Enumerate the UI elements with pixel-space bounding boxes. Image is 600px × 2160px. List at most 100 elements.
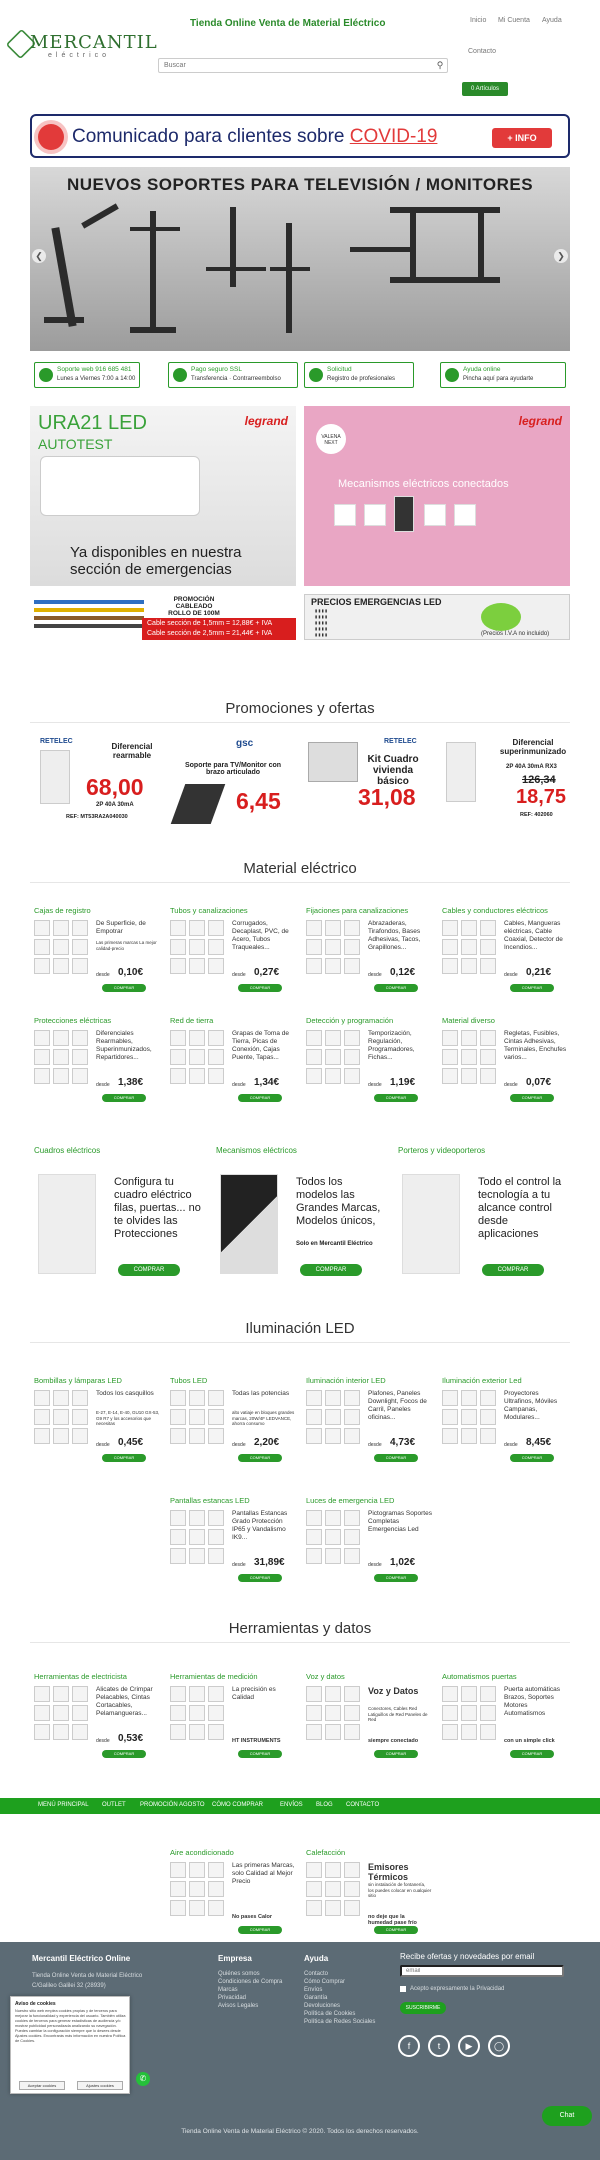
nav-ayuda[interactable]: Ayuda — [542, 17, 562, 24]
logo[interactable]: MERCANTIL eléctrico — [5, 28, 157, 66]
category-card[interactable]: Cajas de registro De Superficie, de Empot… — [32, 906, 158, 1006]
buy-button[interactable]: COMPRAR — [374, 1926, 418, 1934]
twitter-icon[interactable]: t — [428, 2035, 450, 2057]
card-mecanismos[interactable]: Mecanismos eléctricos Todos los modelos … — [214, 1146, 384, 1286]
buy-button[interactable]: COMPRAR — [374, 1094, 418, 1102]
whatsapp-float-icon[interactable]: ✆ — [136, 2072, 150, 2086]
extras-card[interactable]: Aire acondicionado Las primeras Marcas, s… — [168, 1848, 295, 1948]
menu-outlet[interactable]: OUTLET — [102, 1802, 126, 1808]
slider-prev-icon[interactable]: ❮ — [32, 249, 46, 263]
footer-ayuda-link[interactable]: Política de Redes Sociales — [304, 2018, 375, 2026]
footer-empresa-link[interactable]: Avisos Legales — [218, 2002, 258, 2010]
card-cuadros[interactable]: Cuadros eléctricos Configura tu cuadro e… — [32, 1146, 202, 1286]
buy-button[interactable]: COMPRAR — [238, 1574, 282, 1582]
instagram-icon[interactable]: ◯ — [488, 2035, 510, 2057]
category-card[interactable]: Protecciones eléctricas Diferenciales Rea… — [32, 1016, 158, 1116]
feature-payment[interactable]: Pago seguro SSL Transferencia · Contrarr… — [168, 362, 298, 388]
footer-ayuda-link[interactable]: Cómo Comprar — [304, 1978, 345, 1986]
tools-card[interactable]: Herramientas de electricista Alicates de … — [32, 1672, 158, 1772]
menu-principal[interactable]: MENÚ PRINCIPAL — [38, 1802, 89, 1808]
footer-ayuda-link[interactable]: Envíos — [304, 1986, 322, 1994]
lighting-card[interactable]: Tubos LED Todas las potencias alto vatiaje… — [168, 1376, 294, 1476]
footer-empresa-link[interactable]: Quiénes somos — [218, 1970, 260, 1978]
buy-button[interactable]: COMPRAR — [102, 1094, 146, 1102]
newsletter-email-input[interactable] — [400, 1965, 564, 1977]
buy-button[interactable]: COMPRAR — [102, 1750, 146, 1758]
banner-ura21[interactable]: URA21 LED AUTOTEST legrand Ya disponible… — [30, 406, 296, 586]
category-card[interactable]: Material diverso Regletas, Fusibles, Cint… — [440, 1016, 566, 1116]
menu-contacto[interactable]: CONTACTO — [346, 1802, 379, 1808]
buy-button[interactable]: COMPRAR — [374, 1574, 418, 1582]
footer-empresa-link[interactable]: Condiciones de Compra — [218, 1978, 282, 1986]
menu-como-comprar[interactable]: CÓMO COMPRAR — [212, 1802, 263, 1808]
feature-register[interactable]: Solicitud Registro de profesionales — [304, 362, 414, 388]
footer-ayuda-link[interactable]: Devoluciones — [304, 2002, 340, 2010]
lighting-card[interactable]: Iluminación exterior Led Proyectores Ultr… — [440, 1376, 566, 1476]
chat-button[interactable]: Chat — [542, 2106, 592, 2126]
buy-button[interactable]: COMPRAR — [510, 1454, 554, 1462]
buy-button[interactable]: COMPRAR — [510, 1750, 554, 1758]
menu-envios[interactable]: ENVÍOS — [280, 1802, 303, 1808]
extras-card[interactable]: Calefacción Emisores Térmicos sin instalac… — [304, 1848, 431, 1948]
buy-button[interactable]: COMPRAR — [238, 1750, 282, 1758]
buy-button[interactable]: COMPRAR — [238, 1094, 282, 1102]
footer-ayuda-link[interactable]: Política de Cookies — [304, 2010, 355, 2018]
search-input[interactable] — [158, 58, 448, 73]
tools-card[interactable]: Voz y datos Voz y Datos Conectores, Cables… — [304, 1672, 430, 1772]
lighting-card[interactable]: Bombillas y lámparas LED Todos los casqui… — [32, 1376, 159, 1476]
search-icon[interactable]: ⚲ — [432, 58, 448, 73]
covid-banner[interactable]: Comunicado para clientes sobre COVID-19 … — [30, 114, 570, 158]
promo-kit-cuadro[interactable]: RETELEC Kit Cuadro vivienda básico 31,08 — [304, 734, 432, 830]
category-card[interactable]: Detección y programación Temporización, R… — [304, 1016, 430, 1116]
banner-valena[interactable]: legrand VALENA NEXT Mecanismos eléctrico… — [304, 406, 570, 586]
youtube-icon[interactable]: ▶ — [458, 2035, 480, 2057]
menu-blog[interactable]: BLOG — [316, 1802, 333, 1808]
cookie-settings-button[interactable]: Ajustes cookies — [77, 2081, 123, 2090]
buy-button[interactable]: COMPRAR — [102, 1454, 146, 1462]
footer-ayuda-link[interactable]: Contacto — [304, 1970, 328, 1978]
buy-button[interactable]: COMPRAR — [238, 1926, 282, 1934]
category-card[interactable]: Cables y conductores eléctricos Cables, M… — [440, 906, 566, 1006]
buy-button[interactable]: COMPRAR — [238, 984, 282, 992]
feature-support[interactable]: Soporte web 916 685 481 Lunes a Viernes … — [34, 362, 140, 388]
promo-superinmunizado[interactable]: Diferencial superinmunizado 2P 40A 30mA … — [440, 734, 568, 830]
facebook-icon[interactable]: f — [398, 2035, 420, 2057]
cart-button[interactable]: 0 Artículos — [462, 82, 508, 96]
buy-button[interactable]: COMPRAR — [118, 1264, 180, 1276]
banner-emergencias[interactable]: PRECIOS EMERGENCIAS LED ▮ ▮ ▮ ▮ ▮ ▮ ▮ ▮ ▮ … — [304, 594, 570, 640]
lighting-card[interactable]: Pantallas estancas LED Pantallas Estancas… — [168, 1496, 294, 1596]
footer-ayuda-link[interactable]: Garantía — [304, 1994, 327, 2002]
buy-button[interactable]: COMPRAR — [374, 1454, 418, 1462]
covid-info-button[interactable]: + INFO — [492, 128, 552, 148]
category-card[interactable]: Tubos y canalizaciones Corrugados, Decapl… — [168, 906, 294, 1006]
accept-checkbox[interactable] — [400, 1986, 406, 1992]
buy-button[interactable]: COMPRAR — [374, 1750, 418, 1758]
hero-slider[interactable]: NUEVOS SOPORTES PARA TELEVISIÓN / MONITO… — [30, 167, 570, 351]
promo-diferencial[interactable]: RETELEC Diferencial rearmable 68,00 2P 4… — [34, 734, 162, 830]
buy-button[interactable]: COMPRAR — [102, 984, 146, 992]
tools-card[interactable]: Herramientas de medición La precisión es … — [168, 1672, 294, 1772]
buy-button[interactable]: COMPRAR — [510, 1094, 554, 1102]
nav-mi-cuenta[interactable]: Mi Cuenta — [498, 17, 530, 24]
slider-next-icon[interactable]: ❯ — [554, 249, 568, 263]
buy-button[interactable]: COMPRAR — [510, 984, 554, 992]
feature-help[interactable]: Ayuda online Pincha aquí para ayudarte — [440, 362, 566, 388]
buy-button[interactable]: COMPRAR — [238, 1454, 282, 1462]
category-card[interactable]: Fijaciones para canalizaciones Abrazadera… — [304, 906, 430, 1006]
tools-card[interactable]: Automatismos puertas Puerta automáticas B… — [440, 1672, 566, 1772]
category-card[interactable]: Red de tierra Grapas de Toma de Tierra, P… — [168, 1016, 294, 1116]
banner-cable[interactable]: PROMOCIÓN CABLEADO ROLLO DE 100M Cable s… — [30, 594, 296, 640]
lighting-card[interactable]: Iluminación interior LED Plafones, Panele… — [304, 1376, 430, 1476]
buy-button[interactable]: COMPRAR — [374, 984, 418, 992]
footer-empresa-link[interactable]: Marcas — [218, 1986, 238, 1994]
card-porteros[interactable]: Porteros y videoporteros Todo el control… — [396, 1146, 566, 1286]
footer-empresa-link[interactable]: Privacidad — [218, 1994, 246, 2002]
accept-cookies-button[interactable]: Aceptar cookies — [19, 2081, 65, 2090]
promo-soporte[interactable]: gsc Soporte para TV/Monitor con brazo ar… — [168, 734, 296, 830]
subscribe-button[interactable]: SUSCRIBIRME — [400, 2002, 446, 2014]
buy-button[interactable]: COMPRAR — [482, 1264, 544, 1276]
lighting-card[interactable]: Luces de emergencia LED Pictogramas Sopor… — [304, 1496, 432, 1596]
menu-promocion[interactable]: PROMOCIÓN AGOSTO — [140, 1802, 205, 1808]
nav-contacto[interactable]: Contacto — [468, 48, 496, 55]
nav-inicio[interactable]: Inicio — [470, 17, 486, 24]
